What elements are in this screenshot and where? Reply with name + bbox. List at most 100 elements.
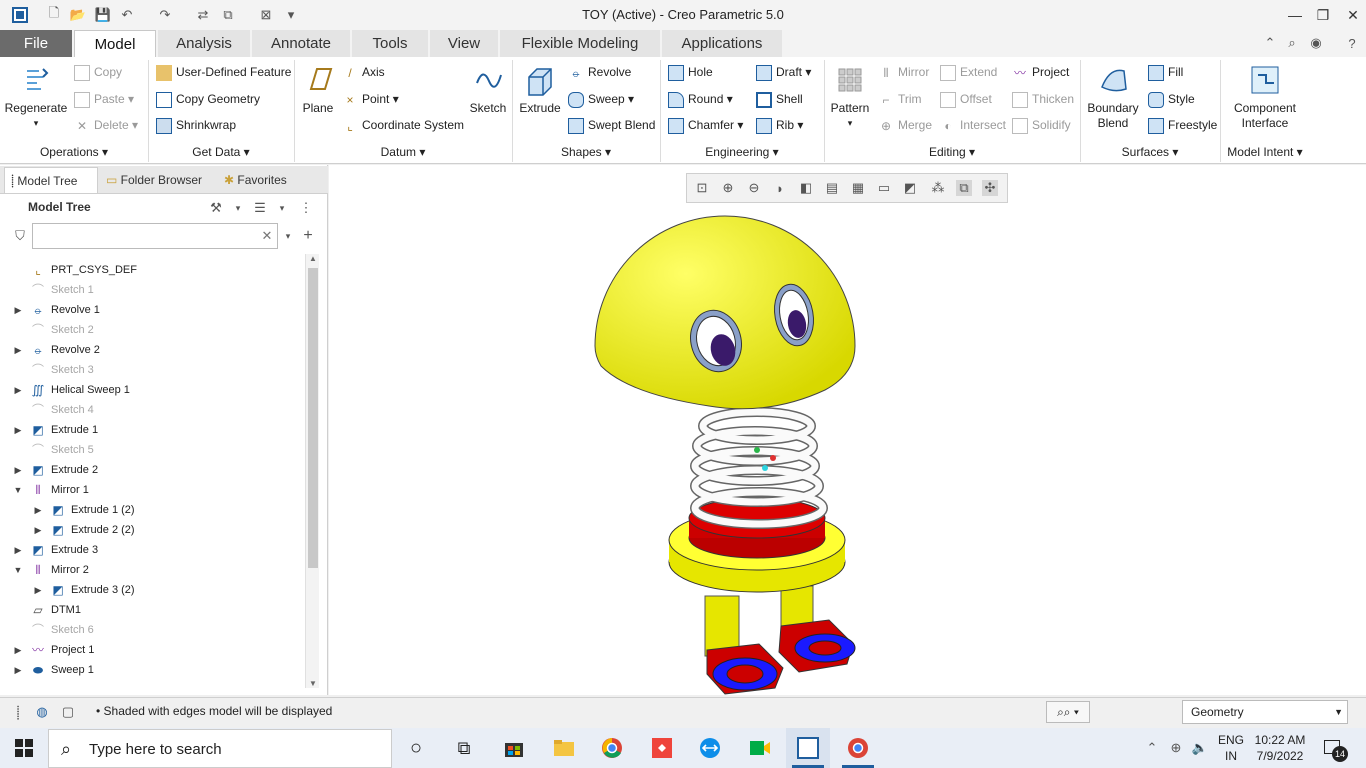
point-button[interactable]: × Point ▾: [342, 88, 398, 110]
paste-button[interactable]: Paste ▾: [74, 88, 134, 110]
perspective-icon[interactable]: ▭: [876, 180, 892, 196]
component-interface-button[interactable]: Component Interface: [1226, 63, 1304, 131]
sweep-button[interactable]: Sweep ▾: [568, 88, 634, 110]
thicken-button[interactable]: Thicken: [1012, 88, 1074, 110]
collapse-ribbon-icon[interactable]: ⌃: [1262, 35, 1278, 51]
redo-icon[interactable]: ↷: [157, 7, 173, 23]
boundary-blend-button[interactable]: Boundary Blend: [1084, 63, 1142, 131]
freestyle-button[interactable]: Freestyle: [1148, 114, 1217, 136]
expand-arrow-icon[interactable]: ▶: [32, 580, 44, 600]
chrome-icon[interactable]: [598, 734, 626, 762]
show-hidden-icons[interactable]: ⌃: [1144, 740, 1160, 756]
expand-arrow-icon[interactable]: ▶: [32, 500, 44, 520]
search-dropdown-icon[interactable]: ▾: [280, 228, 296, 244]
tree-item[interactable]: ▶ ⦵ Revolve 1: [12, 300, 304, 320]
tab-applications[interactable]: Applications: [662, 30, 782, 57]
display-style-icon[interactable]: ◧: [798, 180, 814, 196]
notifications-button[interactable]: 14: [1322, 738, 1348, 762]
find-button[interactable]: ⌕⌕ ▾: [1046, 701, 1090, 723]
store-icon[interactable]: [500, 734, 528, 762]
tree-item[interactable]: ▶ ◩ Extrude 2: [12, 460, 304, 480]
close-button[interactable]: ✕: [1330, 0, 1366, 30]
tab-model[interactable]: Model: [74, 30, 156, 57]
tree-item[interactable]: ▶ 〰 Project 1: [12, 640, 304, 660]
user-defined-feature-button[interactable]: User-Defined Feature: [156, 61, 291, 83]
regenerate-quick-icon[interactable]: ⇄: [195, 7, 211, 23]
copy-button[interactable]: Copy: [74, 61, 122, 83]
teamviewer-icon[interactable]: [696, 734, 724, 762]
show-dropdown-icon[interactable]: ▾: [274, 200, 290, 216]
clock[interactable]: 10:22 AM 7/9/2022: [1250, 732, 1310, 764]
windows-icon[interactable]: ⧉: [220, 7, 236, 23]
close-window-icon[interactable]: ⊠: [258, 7, 274, 23]
group-operations[interactable]: Operations ▾: [0, 141, 148, 163]
language-indicator[interactable]: ENG IN: [1218, 732, 1244, 764]
fullscreen-icon[interactable]: ▢: [60, 704, 76, 720]
tree-toggle-icon[interactable]: ⸽: [10, 704, 26, 720]
rib-button[interactable]: Rib ▾: [756, 114, 803, 136]
tab-annotate[interactable]: Annotate: [252, 30, 350, 57]
tree-item[interactable]: ⌒ Sketch 5: [12, 440, 304, 460]
plane-button[interactable]: Plane: [298, 63, 338, 116]
undo-icon[interactable]: ↶: [119, 7, 135, 23]
revolve-button[interactable]: ⦵ Revolve: [568, 61, 631, 83]
expand-arrow-icon[interactable]: ▶: [32, 520, 44, 540]
datum-display-icon[interactable]: ⁂: [930, 180, 946, 196]
tab-folder-browser[interactable]: ▭ Folder Browser: [100, 167, 216, 193]
open-file-icon[interactable]: 📂: [70, 7, 86, 23]
group-get-data[interactable]: Get Data ▾: [148, 141, 294, 163]
tree-item[interactable]: ▶ ∭ Helical Sweep 1: [12, 380, 304, 400]
new-file-icon[interactable]: 🗋: [46, 5, 62, 23]
tab-model-tree[interactable]: ⸽ Model Tree: [4, 167, 98, 193]
section-icon[interactable]: ◩: [902, 180, 918, 196]
selection-filter-select[interactable]: Geometry ▼: [1182, 700, 1348, 724]
trim-button[interactable]: ⌐ Trim: [878, 88, 921, 110]
add-icon[interactable]: +: [300, 227, 316, 244]
sketch-button[interactable]: Sketch: [468, 63, 508, 116]
creo-taskbar-item[interactable]: [786, 728, 830, 768]
tab-tools[interactable]: Tools: [352, 30, 428, 57]
group-editing[interactable]: Editing ▾: [824, 141, 1080, 163]
merge-button[interactable]: ⊕ Merge: [878, 114, 932, 136]
collapse-arrow-icon[interactable]: ▼: [12, 480, 24, 500]
volume-icon[interactable]: 🔈: [1192, 740, 1208, 756]
refit-icon[interactable]: ⊡: [694, 180, 710, 196]
expand-arrow-icon[interactable]: ▶: [12, 460, 24, 480]
tab-file[interactable]: File: [0, 30, 72, 57]
expand-arrow-icon[interactable]: ▶: [12, 420, 24, 440]
network-icon[interactable]: ⊕: [1168, 740, 1184, 756]
style-button[interactable]: Style: [1148, 88, 1195, 110]
tab-analysis[interactable]: Analysis: [158, 30, 250, 57]
tree-item[interactable]: ⌒ Sketch 4: [12, 400, 304, 420]
search-icon[interactable]: ⌕: [1284, 35, 1300, 51]
group-engineering[interactable]: Engineering ▾: [660, 141, 824, 163]
tree-item[interactable]: ⌒ Sketch 2: [12, 320, 304, 340]
tree-scrollbar[interactable]: ▲ ▼: [305, 254, 319, 688]
collapse-arrow-icon[interactable]: ▼: [12, 560, 24, 580]
expand-arrow-icon[interactable]: ▶: [12, 540, 24, 560]
zoom-out-icon[interactable]: ⊖: [746, 180, 762, 196]
tab-favorites[interactable]: ✱ Favorites: [218, 167, 300, 193]
intersect-button[interactable]: ◐ Intersect: [940, 114, 1006, 136]
meet-icon[interactable]: [746, 734, 774, 762]
chamfer-button[interactable]: Chamfer ▾: [668, 114, 743, 136]
repaint-icon[interactable]: ◗: [772, 180, 788, 196]
customize-dropdown-icon[interactable]: ▾: [283, 7, 299, 23]
windows-start-icon[interactable]: [10, 734, 38, 762]
shell-button[interactable]: Shell: [756, 88, 803, 110]
axis-button[interactable]: / Axis: [342, 61, 384, 83]
expand-arrow-icon[interactable]: ▶: [12, 300, 24, 320]
pattern-button[interactable]: Pattern ▾: [828, 63, 872, 131]
tree-item[interactable]: ⌒ Sketch 1: [12, 280, 304, 300]
tree-item[interactable]: ⌒ Sketch 3: [12, 360, 304, 380]
fill-button[interactable]: Fill: [1148, 61, 1183, 83]
chrome-taskbar-item[interactable]: [836, 728, 880, 768]
tree-item[interactable]: ▶ ◩ Extrude 3: [12, 540, 304, 560]
anydesk-icon[interactable]: [648, 734, 676, 762]
annotation-display-icon[interactable]: ⧉: [956, 180, 972, 196]
tree-item[interactable]: ▼ ⫴ Mirror 1: [12, 480, 304, 500]
delete-button[interactable]: ✕ Delete ▾: [74, 114, 138, 136]
tree-item[interactable]: ▼ ⫴ Mirror 2: [12, 560, 304, 580]
hole-button[interactable]: Hole: [668, 61, 713, 83]
tree-item[interactable]: ⌞ PRT_CSYS_DEF: [12, 260, 304, 280]
